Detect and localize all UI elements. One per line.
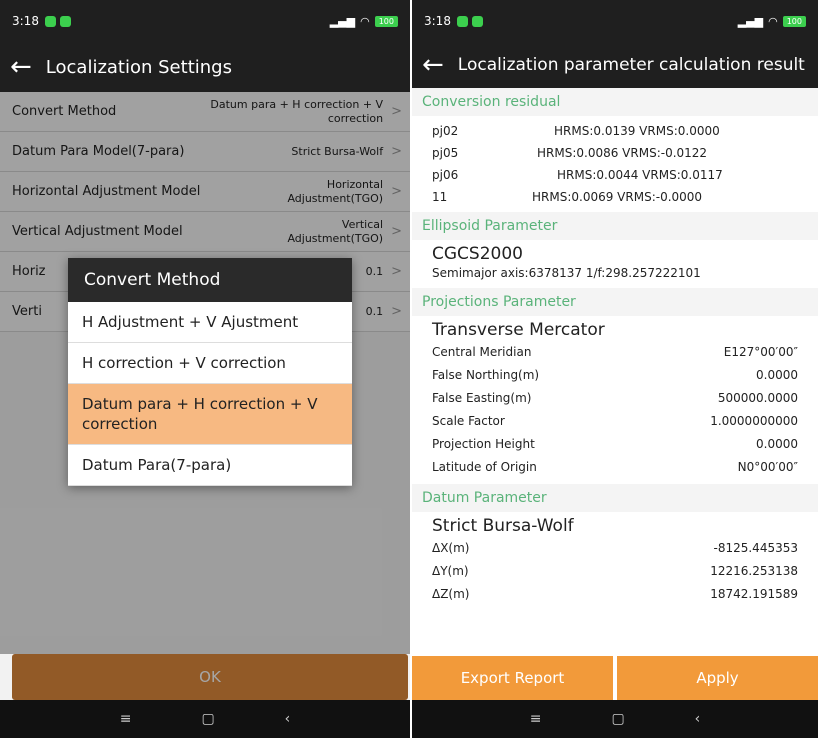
projection-param-row: False Northing(m) 0.0000 bbox=[412, 363, 818, 386]
param-value: N0°00′00″ bbox=[737, 459, 798, 474]
notification-icon bbox=[471, 15, 483, 27]
residual-point: pj02 bbox=[432, 124, 459, 138]
residual-list: pj02 HRMS:0.0139 VRMS:0.0000 pj05 HRMS:0… bbox=[412, 116, 818, 212]
apply-button[interactable]: Apply bbox=[617, 656, 818, 700]
param-key: False Easting(m) bbox=[432, 390, 532, 405]
residual-value: HRMS:0.0069 VRMS:-0.0000 bbox=[532, 190, 703, 204]
datum-param-row: ΔZ(m) 18742.191589 bbox=[412, 582, 818, 605]
dialog-option[interactable]: H Adjustment + V Ajustment bbox=[68, 302, 352, 343]
param-key: ΔZ(m) bbox=[432, 586, 470, 601]
system-nav-bar: ≡ ▢ ‹ bbox=[0, 700, 410, 738]
app-bar: ← Localization parameter calculation res… bbox=[412, 42, 818, 88]
back-arrow-icon[interactable]: ← bbox=[412, 52, 458, 78]
projection-param-row: Latitude of Origin N0°00′00″ bbox=[412, 455, 818, 478]
back-nav-icon[interactable]: ‹ bbox=[285, 711, 291, 727]
home-icon[interactable]: ▢ bbox=[201, 711, 214, 727]
signal-icon: ▂▄▆ bbox=[329, 14, 356, 28]
ellipsoid-detail: Semimajor axis:6378137 1/f:298.257222101 bbox=[432, 266, 701, 280]
page-title: Localization parameter calculation resul… bbox=[457, 54, 805, 75]
param-value: 1.0000000000 bbox=[710, 413, 798, 428]
projection-name: Transverse Mercator bbox=[432, 320, 605, 340]
battery-icon: 100 bbox=[782, 15, 806, 27]
projection-param-row: Projection Height 0.0000 bbox=[412, 432, 818, 455]
section-conversion-residual: Conversion residual bbox=[412, 88, 818, 116]
left-screen: 3:18 ▂▄▆ ◠ 100 ← Localization Settings C… bbox=[0, 0, 410, 738]
notification-icon bbox=[44, 15, 56, 27]
projection-param-row: Central Meridian E127°00′00″ bbox=[412, 340, 818, 363]
section-ellipsoid-parameter: Ellipsoid Parameter bbox=[412, 212, 818, 240]
system-nav-bar: ≡ ▢ ‹ bbox=[412, 700, 818, 738]
status-time: 3:18 bbox=[12, 14, 39, 28]
residual-point: 11 bbox=[432, 190, 448, 204]
residual-value: HRMS:0.0086 VRMS:-0.0122 bbox=[537, 146, 708, 160]
datum-name: Strict Bursa-Wolf bbox=[432, 516, 574, 536]
projection-param-row: Scale Factor 1.0000000000 bbox=[412, 409, 818, 432]
projection-param-row: False Easting(m) 500000.0000 bbox=[412, 386, 818, 409]
residual-point: pj05 bbox=[432, 146, 459, 160]
residual-row: 11 HRMS:0.0069 VRMS:-0.0000 bbox=[412, 186, 818, 208]
signal-icon: ▂▄▆ bbox=[737, 14, 764, 28]
dialog-title: Convert Method bbox=[68, 258, 352, 302]
ellipsoid-name: CGCS2000 bbox=[432, 244, 523, 264]
param-key: Scale Factor bbox=[432, 413, 505, 428]
param-value: 0.0000 bbox=[756, 436, 798, 451]
wifi-icon: ◠ bbox=[768, 14, 778, 28]
action-buttons: Export Report Apply bbox=[412, 656, 818, 700]
dialog-option[interactable]: H correction + V correction bbox=[68, 343, 352, 384]
param-value: 18742.191589 bbox=[710, 586, 798, 601]
status-bar: 3:18 ▂▄▆ ◠ 100 bbox=[0, 0, 410, 42]
residual-row: pj05 HRMS:0.0086 VRMS:-0.0122 bbox=[412, 142, 818, 164]
convert-method-dialog: Convert Method H Adjustment + V Ajustmen… bbox=[68, 258, 352, 486]
dialog-option[interactable]: Datum Para(7-para) bbox=[68, 445, 352, 486]
back-arrow-icon[interactable]: ← bbox=[0, 54, 46, 80]
param-key: Latitude of Origin bbox=[432, 459, 537, 474]
residual-row: pj06 HRMS:0.0044 VRMS:0.0117 bbox=[412, 164, 818, 186]
notification-icon bbox=[59, 15, 71, 27]
status-bar: 3:18 ▂▄▆ ◠ 100 bbox=[412, 0, 818, 42]
param-value: 500000.0000 bbox=[717, 390, 798, 405]
dialog-overlay-button-shade bbox=[12, 654, 408, 700]
param-value: 0.0000 bbox=[756, 367, 798, 382]
residual-point: pj06 bbox=[432, 168, 459, 182]
section-datum-parameter: Datum Parameter bbox=[412, 484, 818, 512]
param-key: ΔX(m) bbox=[432, 540, 470, 555]
datum-param-row: ΔX(m) -8125.445353 bbox=[412, 536, 818, 559]
residual-value: HRMS:0.0044 VRMS:0.0117 bbox=[557, 168, 723, 182]
param-key: ΔY(m) bbox=[432, 563, 469, 578]
section-projections-parameter: Projections Parameter bbox=[412, 288, 818, 316]
app-bar: ← Localization Settings bbox=[0, 42, 410, 92]
datum-param-row: ΔY(m) 12216.253138 bbox=[412, 559, 818, 582]
export-report-button[interactable]: Export Report bbox=[412, 656, 613, 700]
param-value: -8125.445353 bbox=[713, 540, 799, 555]
home-icon[interactable]: ▢ bbox=[611, 711, 624, 727]
page-title: Localization Settings bbox=[45, 56, 232, 78]
notification-icon bbox=[456, 15, 468, 27]
status-time: 3:18 bbox=[424, 14, 451, 28]
dialog-option-selected[interactable]: Datum para + H correction + V correction bbox=[68, 384, 352, 445]
residual-value: HRMS:0.0139 VRMS:0.0000 bbox=[554, 124, 720, 138]
back-nav-icon[interactable]: ‹ bbox=[695, 711, 701, 727]
battery-icon: 100 bbox=[374, 15, 398, 27]
residual-row: pj02 HRMS:0.0139 VRMS:0.0000 bbox=[412, 120, 818, 142]
param-key: Projection Height bbox=[432, 436, 535, 451]
param-value: E127°00′00″ bbox=[723, 344, 798, 359]
param-key: Central Meridian bbox=[432, 344, 532, 359]
wifi-icon: ◠ bbox=[360, 14, 370, 28]
recents-icon[interactable]: ≡ bbox=[530, 711, 542, 727]
right-screen: 3:18 ▂▄▆ ◠ 100 ← Localization parameter … bbox=[412, 0, 818, 738]
recents-icon[interactable]: ≡ bbox=[120, 711, 132, 727]
param-key: False Northing(m) bbox=[432, 367, 540, 382]
param-value: 12216.253138 bbox=[710, 563, 798, 578]
